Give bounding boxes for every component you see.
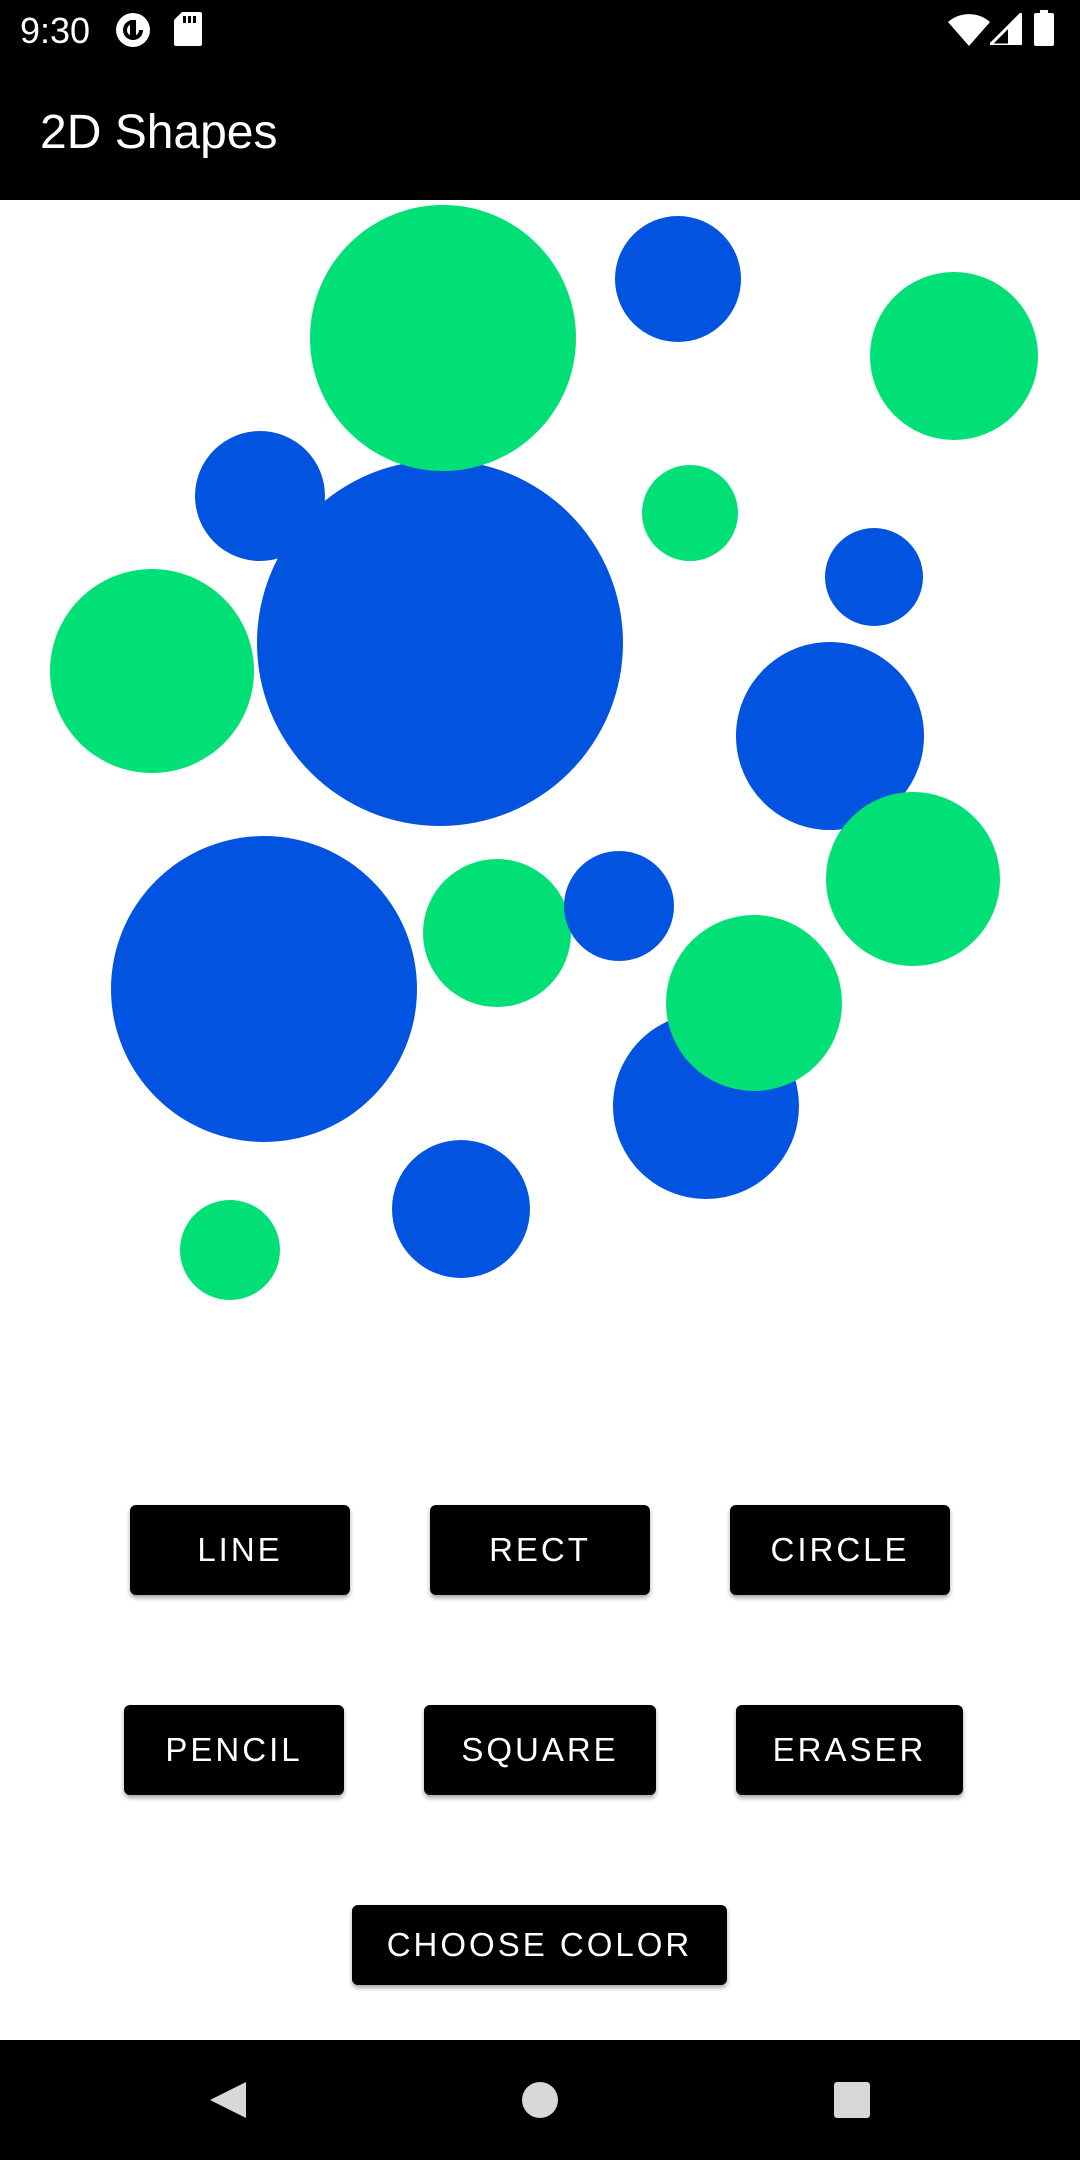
blue-circle-shape [257, 460, 623, 826]
rect-button[interactable]: RECT [430, 1505, 650, 1595]
recents-icon[interactable] [818, 2066, 886, 2134]
green-circle-shape [870, 272, 1038, 440]
wifi-icon [948, 14, 990, 51]
eraser-button[interactable]: ERASER [736, 1705, 963, 1795]
blue-circle-shape [825, 528, 923, 626]
green-circle-shape [50, 569, 254, 773]
green-circle-shape [826, 792, 1000, 966]
battery-icon [1034, 10, 1054, 51]
app-title: 2D Shapes [40, 106, 278, 159]
blue-circle-shape [564, 851, 674, 961]
blue-circle-shape [615, 216, 741, 342]
green-circle-shape [180, 1200, 280, 1300]
blue-circle-shape [392, 1140, 530, 1278]
line-button[interactable]: LINE [130, 1505, 350, 1595]
home-icon[interactable] [506, 2066, 574, 2134]
green-circle-shape [423, 859, 571, 1007]
app-bar: 2D Shapes [0, 63, 1080, 200]
sd-card-icon [174, 12, 202, 51]
status-bar: 9:30 [0, 0, 1080, 63]
square-button[interactable]: SQUARE [424, 1705, 656, 1795]
status-time: 9:30 [20, 10, 91, 51]
drawing-canvas[interactable] [0, 200, 1080, 1460]
circle-button[interactable]: CIRCLE [730, 1505, 950, 1595]
blue-circle-shape [111, 836, 417, 1142]
pencil-button[interactable]: PENCIL [124, 1705, 344, 1795]
navigation-bar [0, 2040, 1080, 2160]
back-icon[interactable] [194, 2066, 262, 2134]
cell-signal-icon [986, 9, 1024, 50]
green-circle-shape [310, 205, 576, 471]
choose-color-button[interactable]: CHOOSE COLOR [352, 1905, 727, 1985]
green-circle-shape [666, 915, 842, 1091]
green-circle-shape [642, 465, 738, 561]
drawn-shapes [50, 205, 1038, 1300]
pocket-casts-icon [115, 12, 151, 53]
